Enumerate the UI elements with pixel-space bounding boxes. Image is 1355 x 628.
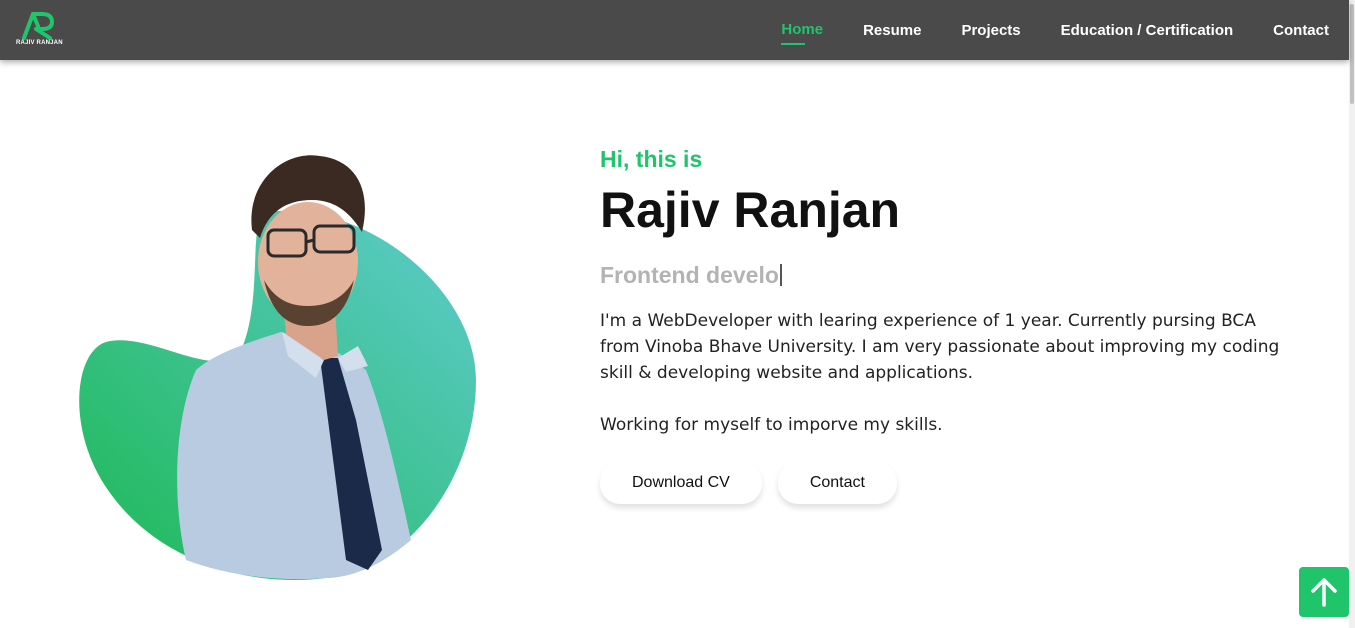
greeting: Hi, this is [600,146,703,172]
logo-text: RAJIV RANJAN [16,40,63,46]
arrow-up-icon [1311,578,1337,607]
intro-section: Hi, this is Rajiv Ranjan Frontend develo… [600,146,1310,504]
profile-photo [79,155,477,580]
typed-role-text: Frontend develo [600,262,779,288]
ar-monogram-logo-icon [22,12,54,40]
contact-button[interactable]: Contact [777,462,897,504]
nav-resume[interactable]: Resume [863,22,921,39]
hero-buttons: Download CV Contact [600,462,1310,504]
nav-links: Home Resume Projects Education / Certifi… [741,0,1329,60]
nav-contact[interactable]: Contact [1273,22,1329,39]
scrollbar-thumb[interactable] [1350,4,1354,104]
navbar: RAJIV RANJAN Home Resume Projects Educat… [0,0,1349,60]
typing-cursor [779,264,782,286]
bio-tagline: Working for myself to imporve my skills. [600,415,943,435]
nav-projects[interactable]: Projects [961,22,1020,39]
typed-role: Frontend develo [600,262,1310,292]
hero-name: Rajiv Ranjan [600,182,901,238]
site-logo[interactable]: RAJIV RANJAN [16,10,63,50]
scroll-to-top-button[interactable] [1299,567,1349,617]
bio-paragraph: I'm a WebDeveloper with learing experien… [600,311,1280,383]
nav-education-certification[interactable]: Education / Certification [1061,22,1234,39]
page-scrollbar[interactable] [1349,0,1355,628]
nav-home[interactable]: Home [781,21,823,45]
download-cv-button[interactable]: Download CV [600,462,762,504]
